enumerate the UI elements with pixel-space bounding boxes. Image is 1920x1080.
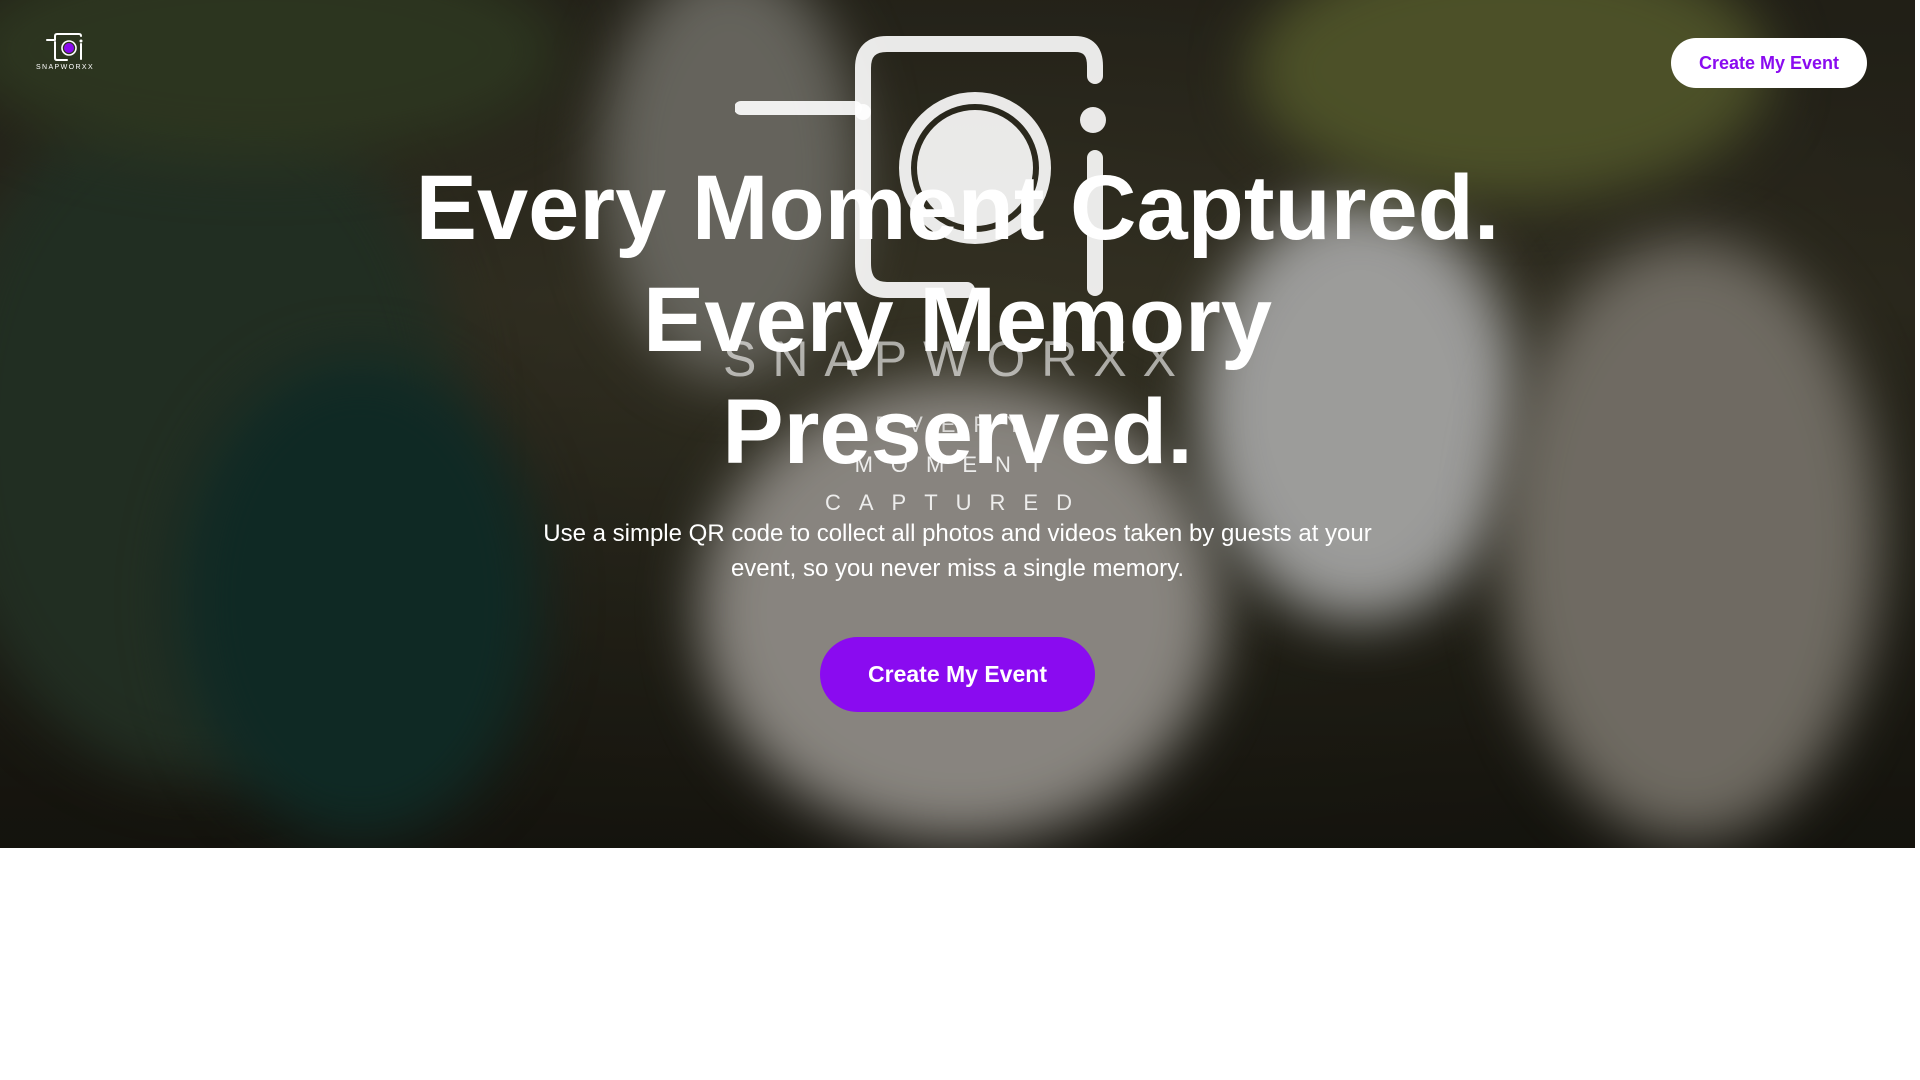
camera-icon [46,33,83,61]
hero-subtitle: Use a simple QR code to collect all phot… [543,520,1372,582]
logo-text: SNAPWORXX [35,64,95,71]
watermark-line-captured: CAPTURED [824,490,1090,515]
headline-line: Every Moment Captured. [415,157,1500,259]
logo[interactable]: SNAPWORXX [34,32,96,80]
headline-line: Every Memory [643,269,1272,371]
hero-headline: Every Moment Captured. Every Memory Pres… [360,152,1555,488]
create-event-button[interactable]: Create My Event [820,637,1095,712]
hero-section: SNAPWORXX EVERY MOMENT CAPTURED Every Mo… [0,0,1915,848]
header-create-event-button[interactable]: Create My Event [1671,38,1867,88]
headline-line: Preserved. [722,381,1193,483]
